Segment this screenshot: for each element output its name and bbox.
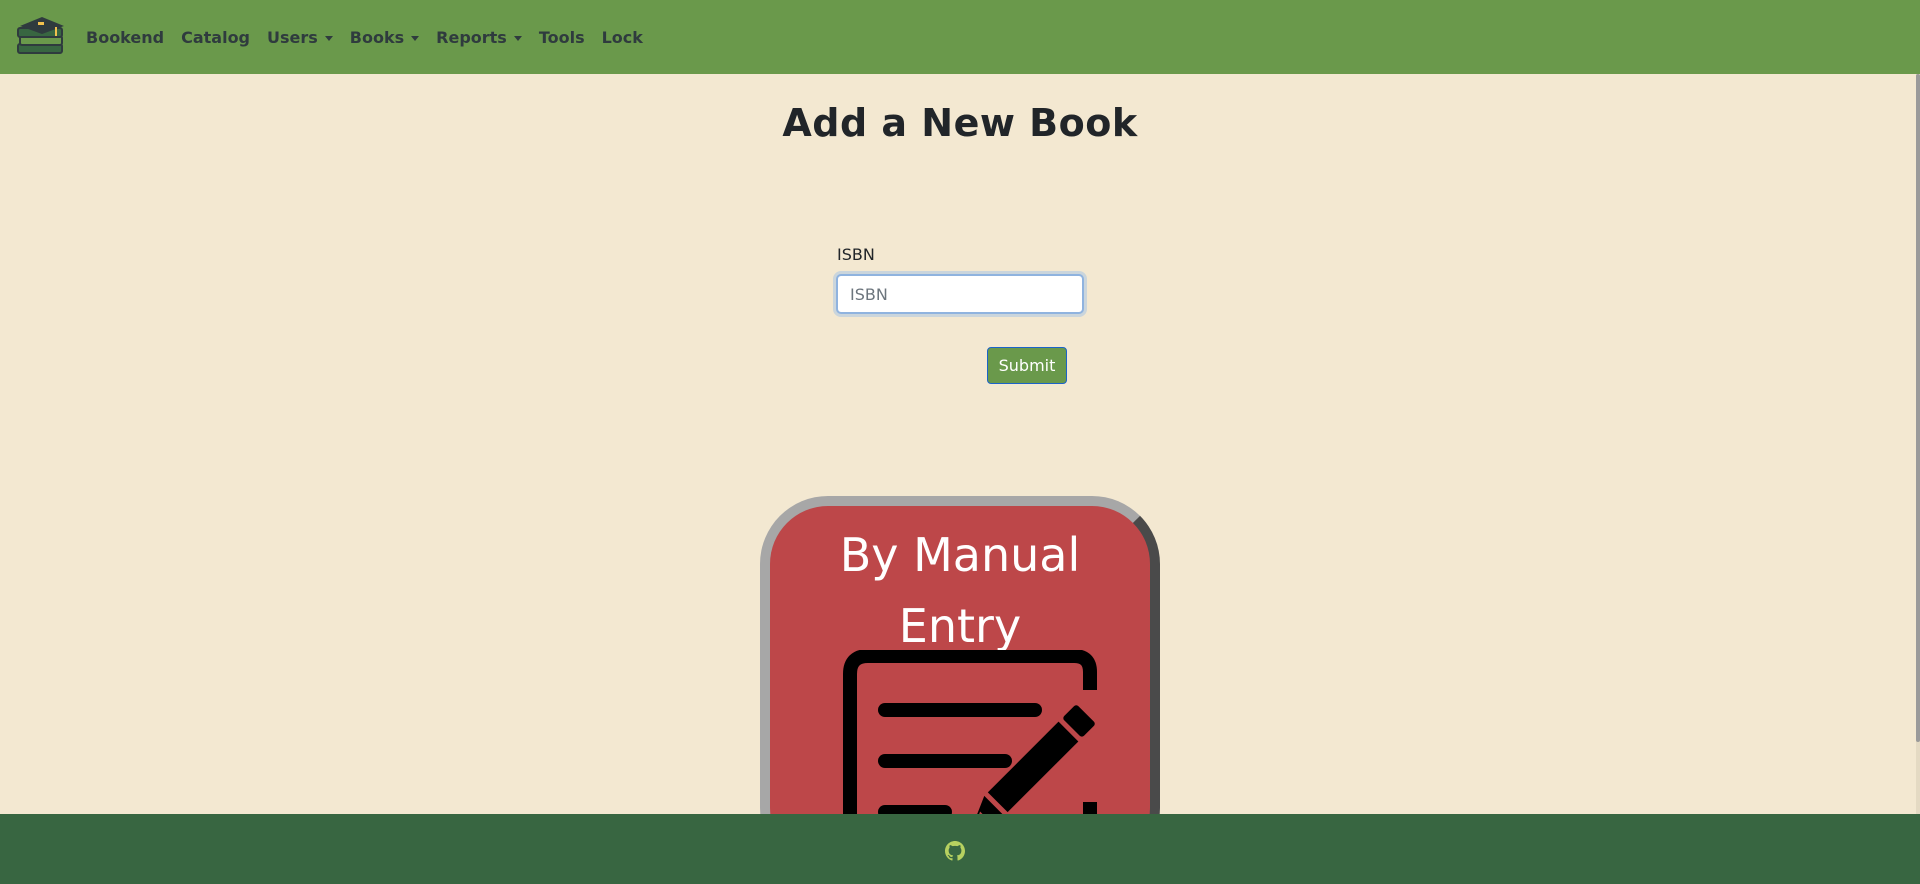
- nav-reports-label: Reports: [436, 27, 507, 47]
- isbn-label: ISBN: [837, 245, 875, 264]
- isbn-input[interactable]: [836, 274, 1084, 314]
- nav-users-label: Users: [267, 27, 318, 47]
- manual-entry-title: By Manual Entry: [770, 520, 1150, 662]
- nav-books-label: Books: [349, 27, 405, 47]
- caret-down-icon: [513, 35, 522, 41]
- nav-bookend-label: Bookend: [86, 27, 165, 47]
- github-icon[interactable]: [945, 841, 965, 861]
- nav-users-dropdown[interactable]: Users: [267, 28, 333, 47]
- nav-tools-label: Tools: [538, 27, 585, 47]
- page-title: Add a New Book: [782, 101, 1138, 145]
- nav-reports-dropdown[interactable]: Reports: [436, 28, 522, 47]
- submit-button[interactable]: Submit: [987, 347, 1067, 384]
- scrollbar-thumb[interactable]: [1916, 74, 1920, 742]
- caret-down-icon: [324, 35, 333, 41]
- nav-tools[interactable]: Tools: [539, 28, 585, 47]
- nav-catalog-label: Catalog: [181, 27, 251, 47]
- manual-entry-title-line1: By Manual: [839, 528, 1081, 582]
- book-stack-icon[interactable]: [16, 14, 66, 60]
- nav-lock[interactable]: Lock: [602, 28, 643, 47]
- footer: [0, 814, 1920, 884]
- caret-down-icon: [411, 35, 420, 41]
- nav-lock-label: Lock: [601, 27, 643, 47]
- nav-books-dropdown[interactable]: Books: [349, 27, 420, 47]
- nav-catalog[interactable]: Catalog: [181, 28, 250, 47]
- top-navbar: Bookend Catalog Users Books Reports Tool…: [0, 0, 1920, 74]
- nav-bookend[interactable]: Bookend: [86, 28, 164, 47]
